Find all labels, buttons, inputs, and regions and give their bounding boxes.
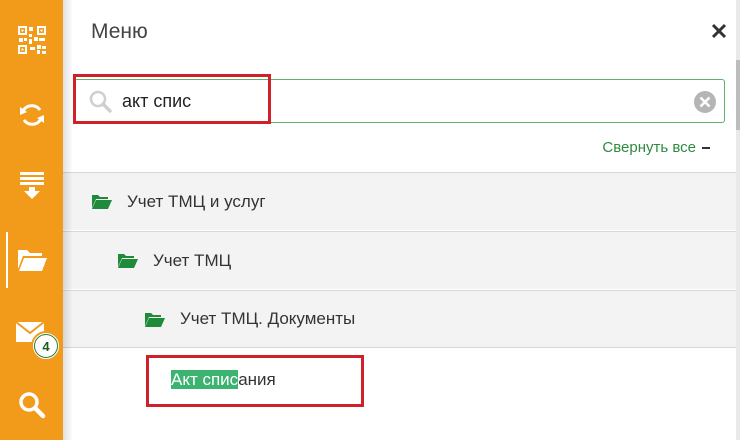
folder-open-icon bbox=[144, 311, 166, 328]
qr-code-icon bbox=[17, 26, 46, 54]
folder-open-icon bbox=[117, 252, 139, 269]
minus-icon bbox=[702, 146, 710, 149]
collapse-all-label: Свернуть все bbox=[602, 139, 696, 156]
folder-open-icon bbox=[17, 250, 47, 271]
close-icon[interactable] bbox=[708, 20, 730, 42]
menu-folders-button[interactable] bbox=[0, 230, 63, 290]
clear-circle-icon[interactable] bbox=[693, 90, 717, 114]
tree-row-label: Учет ТМЦ и услуг bbox=[127, 191, 266, 211]
annotation-box-result bbox=[146, 355, 364, 407]
tree-row-label: Учет ТМЦ bbox=[153, 250, 232, 270]
tree-row-level-1[interactable]: Учет ТМЦ и услуг bbox=[63, 172, 740, 230]
tree-row-label: Учет ТМЦ. Документы bbox=[180, 309, 356, 328]
scrollbar-thumb[interactable] bbox=[736, 60, 740, 130]
sync-button[interactable] bbox=[0, 85, 63, 145]
tree-row-level-2[interactable]: Учет ТМЦ bbox=[63, 231, 740, 289]
download-list-button[interactable] bbox=[0, 155, 63, 215]
search-icon bbox=[18, 392, 45, 419]
panel-title: Меню bbox=[91, 20, 148, 43]
sync-icon bbox=[19, 104, 44, 126]
annotation-box-search bbox=[73, 74, 271, 124]
collapse-all-link[interactable]: Свернуть все bbox=[602, 139, 710, 156]
mail-count: 4 bbox=[34, 334, 58, 358]
download-list-icon bbox=[19, 172, 44, 199]
menu-panel: Меню Свернуть все Учет ТМЦ и услуг Учет … bbox=[63, 0, 740, 440]
tree-row-level-3[interactable]: Учет ТМЦ. Документы bbox=[63, 290, 740, 348]
left-rail bbox=[0, 0, 63, 440]
folder-open-icon bbox=[91, 193, 113, 210]
mail-count-badge: 4 bbox=[31, 331, 61, 361]
qr-code-button[interactable] bbox=[0, 10, 63, 70]
search-button[interactable] bbox=[0, 375, 63, 435]
